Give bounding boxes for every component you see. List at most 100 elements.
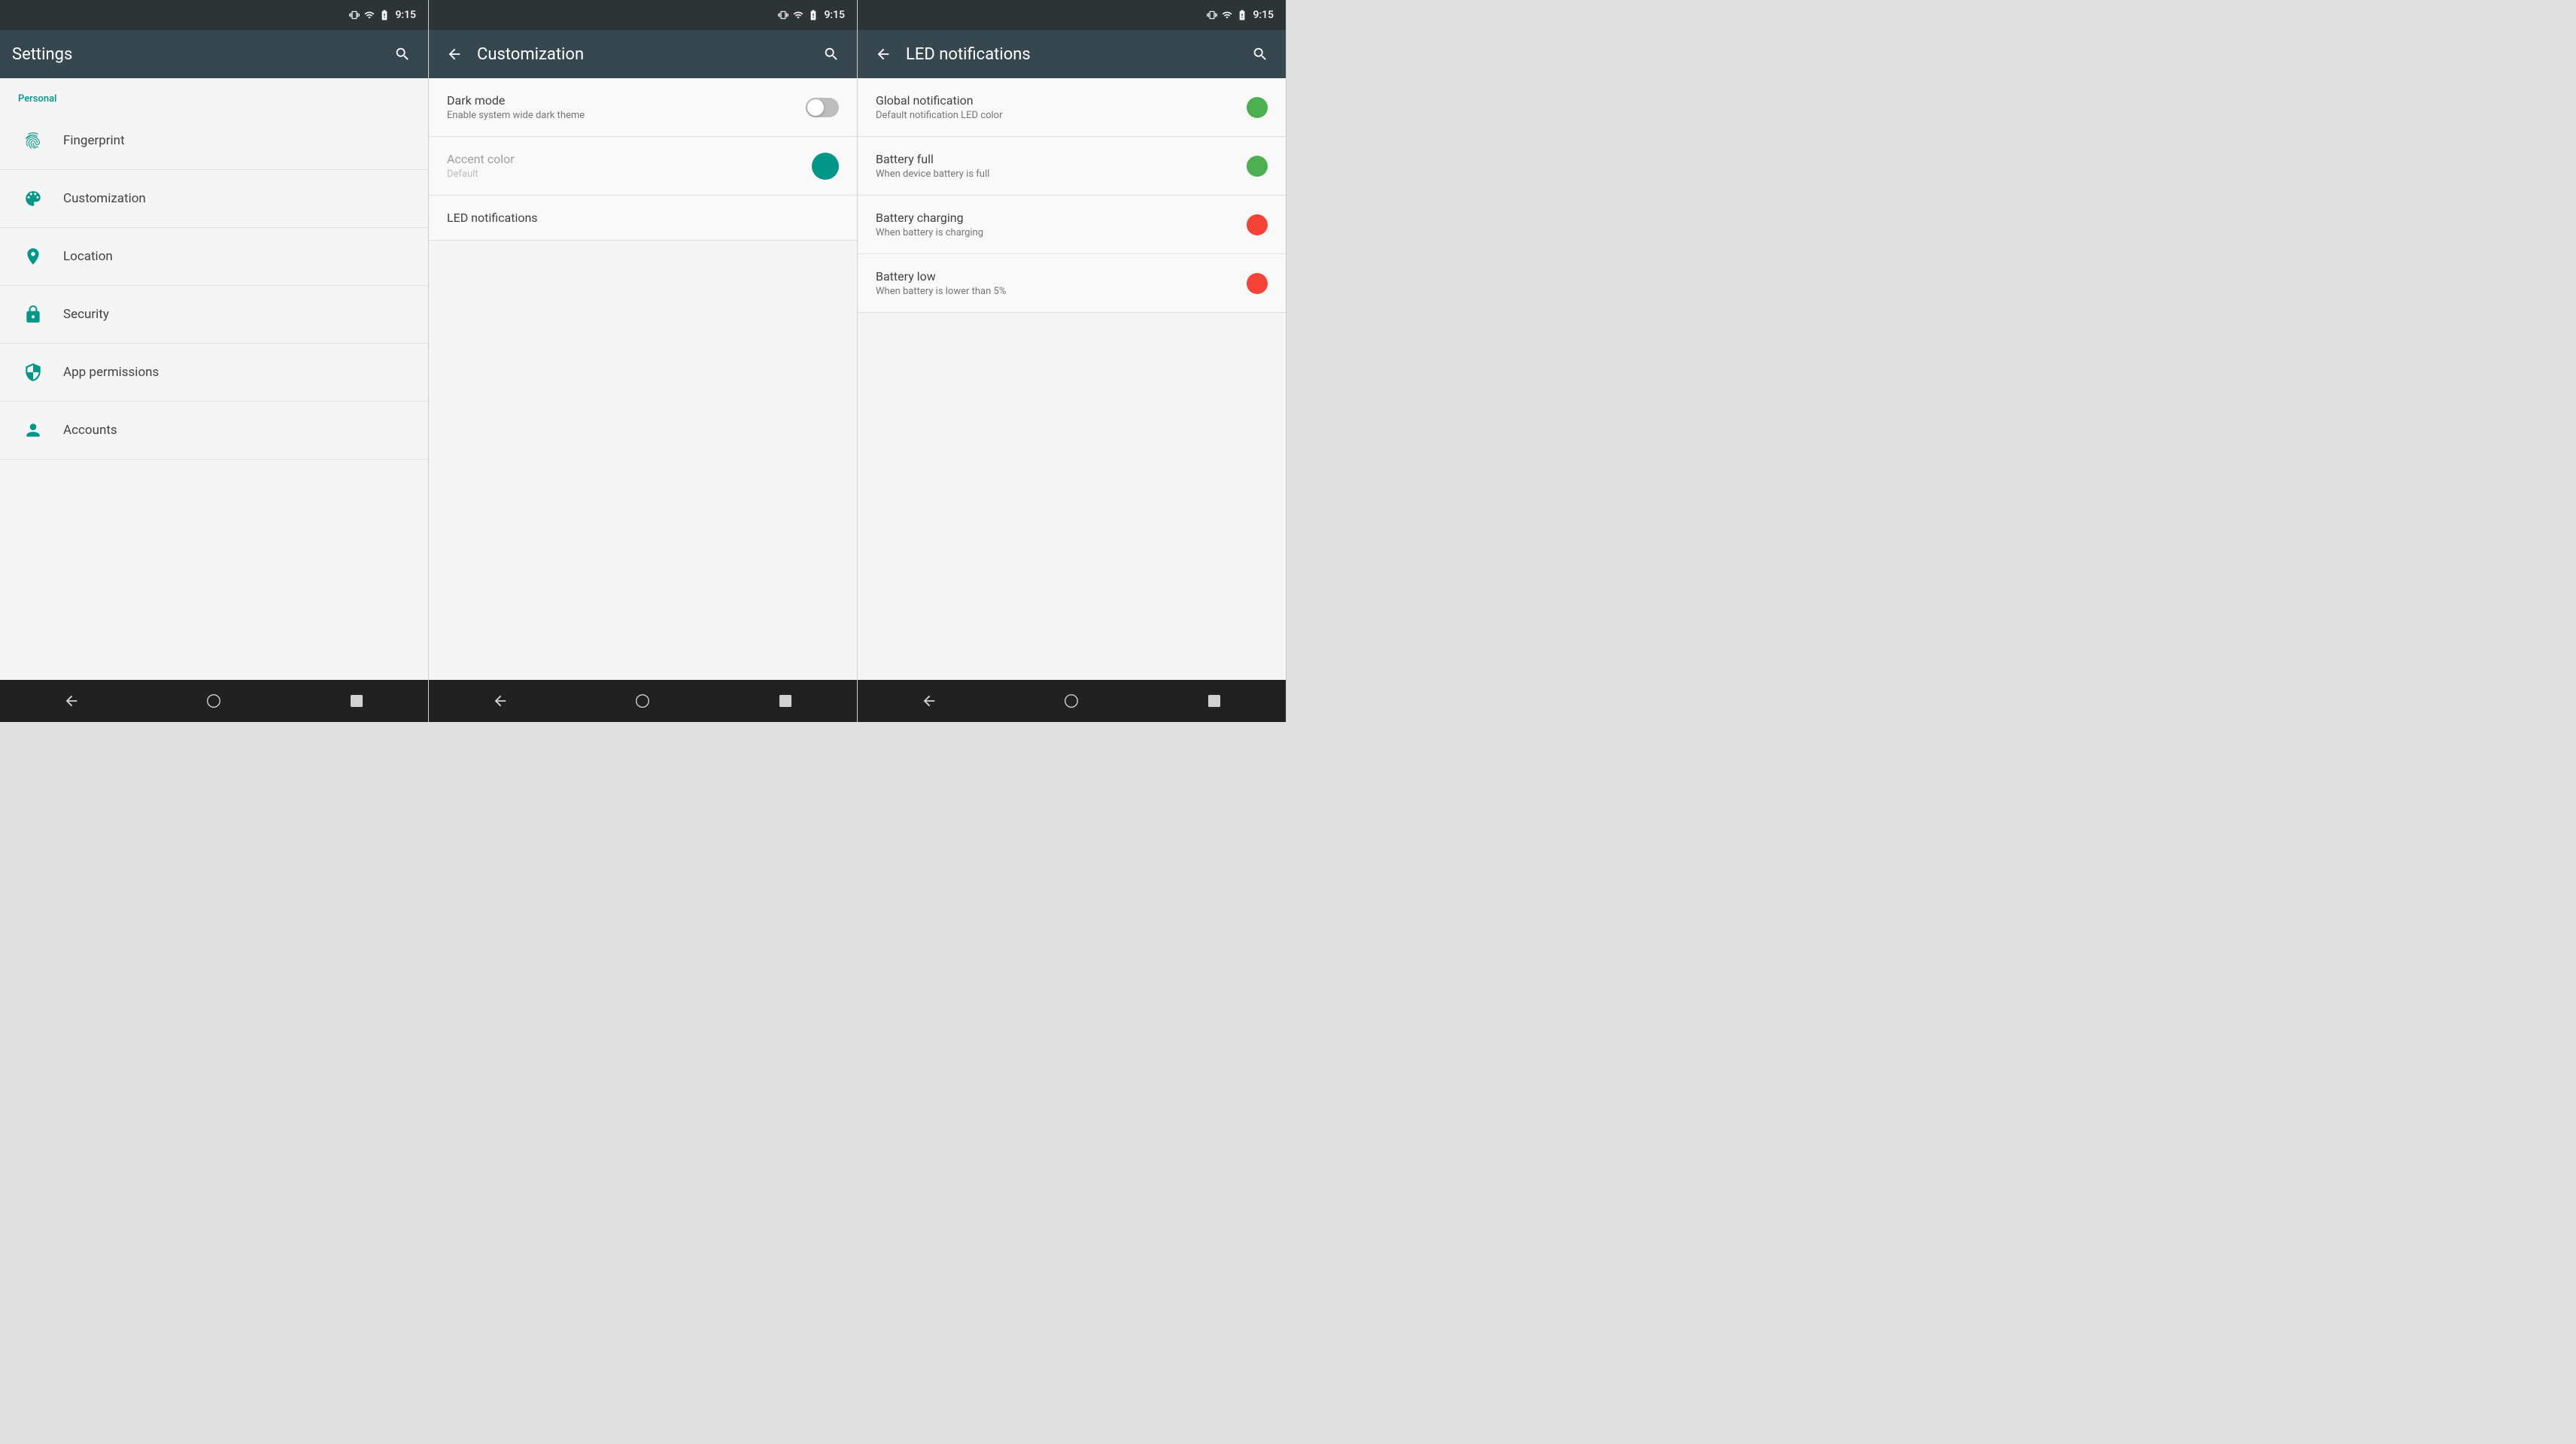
sidebar-item-security[interactable]: Security [0,286,428,344]
home-nav-btn-3[interactable] [1049,686,1094,716]
location-icon [18,241,48,272]
recents-nav-btn-1[interactable] [334,686,379,716]
battery-full-item[interactable]: Battery full When device battery is full [858,137,1286,196]
app-permissions-label: App permissions [63,365,159,380]
battery-full-dot [1247,156,1268,177]
recents-nav-btn-2[interactable] [763,686,808,716]
vibrate-icon-2 [777,9,789,21]
back-icon-2 [446,46,463,62]
global-notification-title: Global notification [876,93,1247,108]
search-button-3[interactable] [1247,41,1274,68]
section-label-personal: Personal [0,78,428,112]
page-title-2: Customization [477,45,818,64]
recents-nav-btn-3[interactable] [1192,686,1237,716]
nav-bar-3 [858,680,1286,722]
battery-charging-subtitle: When battery is charging [876,227,1247,238]
settings-content: Personal Fingerprint Customization [0,78,428,680]
battery-charging-dot [1247,214,1268,235]
accent-color-title: Accent color [447,152,812,166]
battery-icon [378,9,390,21]
battery-full-title: Battery full [876,152,1247,166]
accent-color-item[interactable]: Accent color Default [429,137,857,196]
search-icon-2 [823,46,840,62]
back-icon-3 [875,46,892,62]
app-permissions-icon [18,357,48,387]
home-nav-btn-1[interactable] [191,686,236,716]
customization-content: Dark mode Enable system wide dark theme … [429,78,857,680]
home-nav-btn-2[interactable] [620,686,665,716]
global-notification-subtitle: Default notification LED color [876,110,1247,121]
dark-mode-title: Dark mode [447,93,806,108]
battery-low-dot [1247,273,1268,294]
battery-full-content: Battery full When device battery is full [876,152,1247,180]
battery-low-item[interactable]: Battery low When battery is lower than 5… [858,254,1286,313]
accounts-label: Accounts [63,423,117,438]
accent-color-subtitle: Default [447,168,812,180]
signal-icon-2 [792,9,804,21]
battery-low-content: Battery low When battery is lower than 5… [876,269,1247,297]
back-nav-btn-1[interactable] [49,686,94,716]
back-nav-btn-2[interactable] [478,686,523,716]
back-nav-btn-3[interactable] [907,686,952,716]
app-bar-1: Settings [0,30,428,78]
search-button-2[interactable] [818,41,845,68]
recents-nav-icon-2 [777,693,794,709]
battery-charging-content: Battery charging When battery is chargin… [876,211,1247,238]
home-nav-icon-3 [1063,693,1080,709]
back-nav-icon-3 [921,693,937,709]
led-notifications-content: LED notifications [447,211,839,225]
customization-icon [18,184,48,214]
status-time-1: 9:15 [395,9,416,21]
fingerprint-label: Fingerprint [63,133,125,148]
led-notifications-panel: 9:15 LED notifications Global notificati… [858,0,1286,722]
back-nav-icon-1 [63,693,80,709]
led-notifications-title: LED notifications [447,211,839,225]
search-button-1[interactable] [389,41,416,68]
sidebar-item-accounts[interactable]: Accounts [0,402,428,460]
battery-low-subtitle: When battery is lower than 5% [876,286,1247,297]
fingerprint-icon [18,126,48,156]
status-time-2: 9:15 [824,9,845,21]
recents-nav-icon-1 [348,693,365,709]
sidebar-item-fingerprint[interactable]: Fingerprint [0,112,428,170]
status-bar-1: 9:15 [0,0,428,30]
page-title-1: Settings [12,45,389,64]
location-label: Location [63,249,113,264]
customization-label: Customization [63,191,146,206]
battery-icon-2 [807,9,819,21]
home-nav-icon-1 [205,693,222,709]
dark-mode-toggle[interactable] [806,98,839,117]
accent-color-circle [812,153,839,180]
nav-bar-1 [0,680,428,722]
global-notification-content: Global notification Default notification… [876,93,1247,121]
sidebar-item-app-permissions[interactable]: App permissions [0,344,428,402]
security-icon [18,299,48,329]
toggle-thumb-dark-mode [807,99,824,116]
battery-low-title: Battery low [876,269,1247,284]
accent-color-content: Accent color Default [447,152,812,180]
vibrate-icon-3 [1206,9,1218,21]
vibrate-icon [348,9,360,21]
dark-mode-item[interactable]: Dark mode Enable system wide dark theme [429,78,857,137]
customization-panel: 9:15 Customization Dark mode Enable syst… [429,0,858,722]
back-button-3[interactable] [870,41,897,68]
status-bar-3: 9:15 [858,0,1286,30]
signal-icon-3 [1221,9,1233,21]
search-icon-3 [1252,46,1268,62]
battery-charging-title: Battery charging [876,211,1247,225]
recents-nav-icon-3 [1206,693,1223,709]
app-bar-2: Customization [429,30,857,78]
page-title-3: LED notifications [906,45,1247,64]
battery-charging-item[interactable]: Battery charging When battery is chargin… [858,196,1286,254]
accounts-icon [18,415,48,445]
home-nav-icon-2 [634,693,651,709]
sidebar-item-location[interactable]: Location [0,228,428,286]
back-button-2[interactable] [441,41,468,68]
app-bar-3: LED notifications [858,30,1286,78]
signal-icon [363,9,375,21]
led-notifications-content: Global notification Default notification… [858,78,1286,680]
battery-icon-3 [1236,9,1248,21]
led-notifications-item[interactable]: LED notifications [429,196,857,241]
sidebar-item-customization[interactable]: Customization [0,170,428,228]
global-notification-item[interactable]: Global notification Default notification… [858,78,1286,137]
